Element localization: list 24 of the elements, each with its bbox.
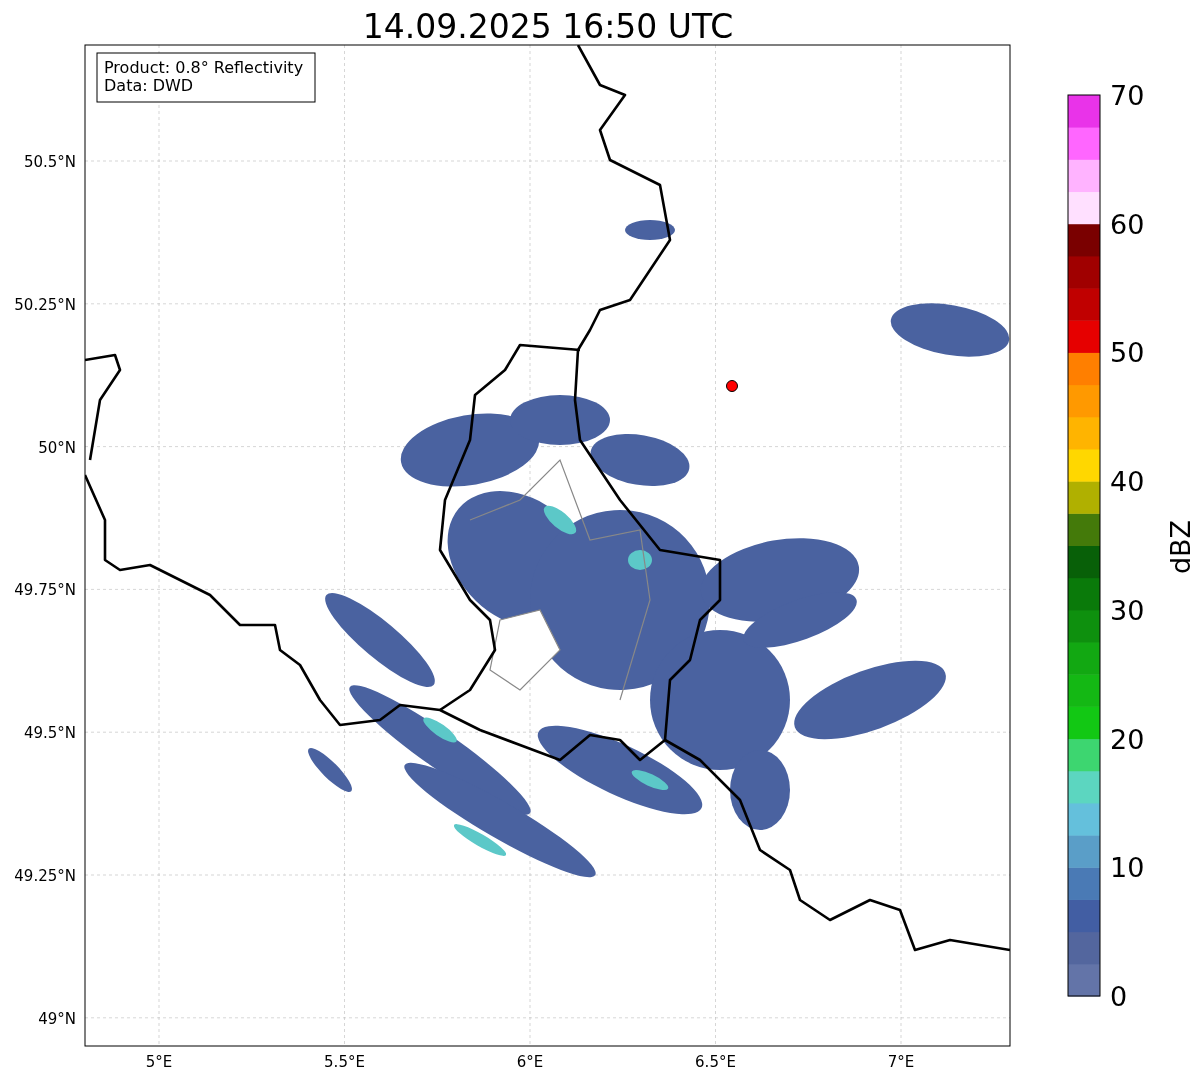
axis-tick-label: 49.25°N bbox=[14, 867, 76, 885]
axis-tick-label: 6.5°E bbox=[695, 1053, 736, 1071]
info-text: Product: 0.8° Reflectivity bbox=[104, 58, 304, 77]
axis-tick-label: 5.5°E bbox=[324, 1053, 365, 1071]
info-text: Data: DWD bbox=[104, 76, 194, 95]
colorbar-tick-label: 60 bbox=[1110, 208, 1145, 240]
axis-tick-label: 50.5°N bbox=[23, 153, 76, 171]
axis-tick-label: 50°N bbox=[38, 438, 76, 457]
axis-tick-label: 49°N bbox=[38, 1009, 76, 1028]
colorbar-tick-label: 40 bbox=[1110, 466, 1145, 498]
colorbar-tick-label: 50 bbox=[1110, 337, 1145, 369]
colorbar-label: dBZ bbox=[1165, 519, 1196, 575]
colorbar-tick-label: 20 bbox=[1110, 723, 1145, 755]
chart-title: 14.09.2025 16:50 UTC bbox=[362, 7, 734, 46]
axis-tick-label: 7°E bbox=[887, 1053, 915, 1071]
axis-tick-label: 49.5°N bbox=[23, 724, 76, 743]
axis-tick-label: 50.25°N bbox=[14, 295, 76, 314]
axis-tick-label: 49.75°N bbox=[14, 581, 76, 600]
colorbar-tick-label: 10 bbox=[1110, 852, 1145, 884]
colorbar-tick-label: 0 bbox=[1110, 981, 1128, 1012]
axis-tick-label: 6°E bbox=[516, 1053, 544, 1071]
axis-tick-label: 5°E bbox=[145, 1053, 173, 1071]
colorbar-tick-label: 30 bbox=[1110, 594, 1145, 626]
colorbar-tick-label: 70 bbox=[1110, 80, 1145, 111]
